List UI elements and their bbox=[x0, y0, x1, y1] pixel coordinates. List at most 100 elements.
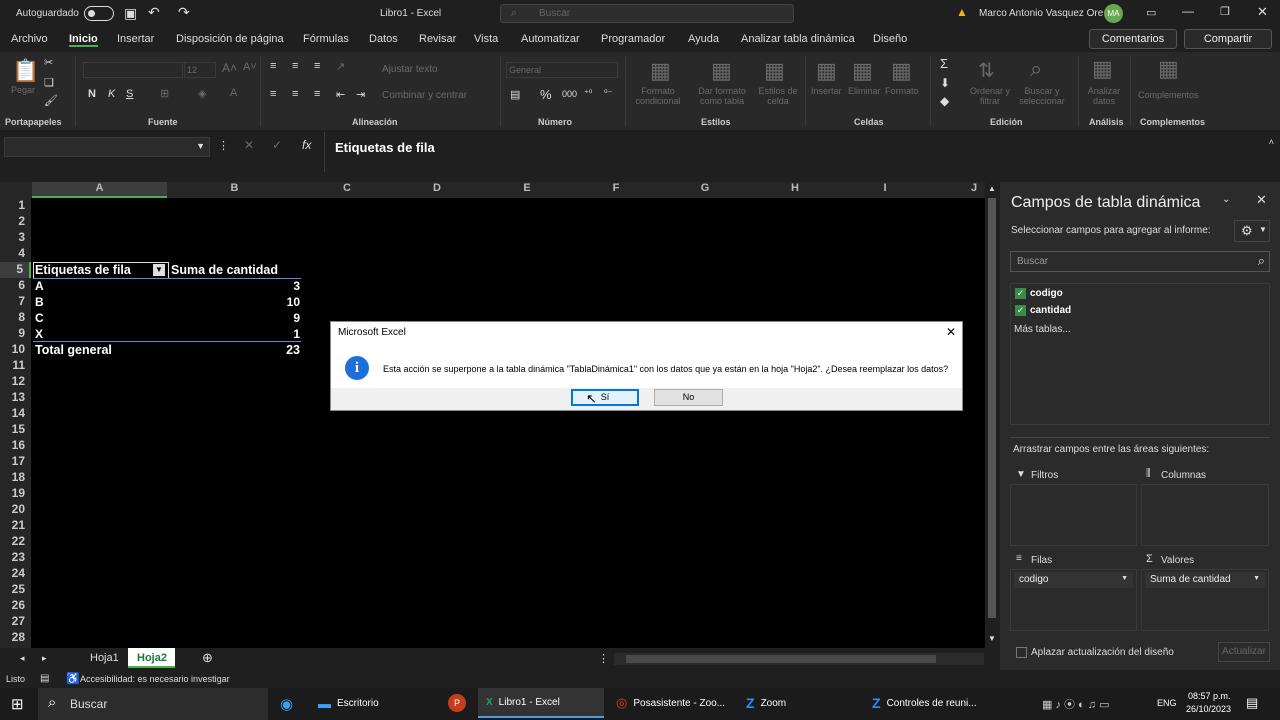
name-box[interactable]: ▼ bbox=[4, 137, 210, 157]
cut-icon[interactable]: ✂ bbox=[44, 56, 53, 69]
taskbar-search[interactable]: ⌕ Buscar bbox=[38, 688, 268, 720]
hscroll-thumb[interactable] bbox=[626, 655, 936, 663]
close-window-icon[interactable]: ✕ bbox=[1257, 4, 1268, 20]
sort-filter-icon[interactable]: ⇅ bbox=[978, 58, 995, 83]
function-icon[interactable]: fx bbox=[302, 138, 311, 152]
row-header[interactable]: 2 bbox=[0, 214, 31, 230]
row-header[interactable]: 19 bbox=[0, 486, 31, 502]
pivot-row-value[interactable]: 9 bbox=[240, 311, 300, 325]
tab-analizar[interactable]: Analizar tabla dinámica bbox=[741, 33, 855, 45]
table-format-icon[interactable]: ▦ bbox=[711, 58, 732, 84]
pivot-row-label[interactable]: A bbox=[35, 279, 44, 293]
font-color-icon[interactable]: A bbox=[230, 87, 237, 99]
accounting-icon[interactable]: ▤ bbox=[510, 88, 520, 101]
autosum-icon[interactable]: Σ bbox=[940, 56, 948, 71]
pivot-row-label[interactable]: B bbox=[35, 295, 44, 309]
indent-increase-icon[interactable]: ⇥ bbox=[356, 88, 365, 101]
fill-icon[interactable]: ⬇ bbox=[940, 76, 950, 90]
col-header-d[interactable]: D bbox=[392, 182, 482, 196]
font-name-box[interactable] bbox=[83, 62, 183, 78]
task-excel[interactable]: X Libro1 - Excel bbox=[478, 688, 604, 718]
align-top-icon[interactable]: ≡ bbox=[270, 60, 276, 72]
field-checkbox-codigo[interactable]: ✓ bbox=[1015, 288, 1026, 299]
clear-icon[interactable]: ◆ bbox=[940, 94, 949, 108]
save-icon[interactable]: ▣ bbox=[124, 5, 137, 22]
add-sheet-icon[interactable]: ⊕ bbox=[202, 650, 213, 666]
scroll-up-icon[interactable]: ▲ bbox=[988, 184, 996, 193]
undo-icon[interactable]: ↶ bbox=[148, 4, 160, 21]
values-area[interactable]: Suma de cantidad ▼ bbox=[1141, 569, 1269, 631]
find-select-icon[interactable]: ⌕ bbox=[1030, 56, 1042, 82]
update-button[interactable]: Actualizar bbox=[1218, 642, 1270, 662]
task-chrome[interactable]: ◎ Posasistente - Zoo... bbox=[616, 688, 725, 718]
task-escritorio[interactable]: ▬ Escritorio bbox=[318, 688, 379, 718]
next-sheet-icon[interactable]: ▸ bbox=[42, 653, 47, 664]
orientation-icon[interactable]: ↗ bbox=[336, 60, 345, 73]
font-size-box[interactable]: 12 bbox=[184, 62, 216, 78]
tab-ayuda[interactable]: Ayuda bbox=[688, 33, 719, 45]
align-left-icon[interactable]: ≡ bbox=[270, 88, 276, 100]
enter-icon[interactable]: ✓ bbox=[272, 138, 282, 152]
value-field-pill[interactable]: Suma de cantidad ▼ bbox=[1145, 572, 1265, 588]
collapse-icon[interactable]: ˄ bbox=[1269, 137, 1274, 147]
field-checkbox-cantidad[interactable]: ✓ bbox=[1015, 305, 1026, 316]
row-header[interactable]: 3 bbox=[0, 230, 31, 246]
row-header[interactable]: 10 bbox=[0, 342, 31, 358]
powerpoint-icon[interactable]: P bbox=[448, 694, 466, 712]
row-header[interactable]: 1 bbox=[0, 198, 31, 214]
row-header[interactable]: 17 bbox=[0, 454, 31, 470]
row-header[interactable]: 8 bbox=[0, 310, 31, 326]
share-button[interactable]: Compartir bbox=[1184, 29, 1272, 49]
yes-button[interactable]: Sí bbox=[571, 389, 639, 406]
borders-icon[interactable]: ⊞ bbox=[160, 87, 169, 100]
thousands-icon[interactable]: 000 bbox=[562, 89, 577, 99]
row-header[interactable]: 21 bbox=[0, 518, 31, 534]
row-header[interactable]: 14 bbox=[0, 406, 31, 422]
row-header[interactable]: 12 bbox=[0, 374, 31, 390]
row-header[interactable]: 7 bbox=[0, 294, 31, 310]
row-header[interactable]: 24 bbox=[0, 566, 31, 582]
row-header[interactable]: 18 bbox=[0, 470, 31, 486]
field-label-codigo[interactable]: codigo bbox=[1030, 288, 1063, 299]
task-zoom[interactable]: Z Zoom bbox=[746, 688, 786, 718]
grid-area[interactable] bbox=[0, 182, 985, 648]
clock-time[interactable]: 08:57 p.m. bbox=[1188, 691, 1231, 701]
close-panel-icon[interactable]: ✕ bbox=[1256, 192, 1267, 208]
row-header[interactable]: 20 bbox=[0, 502, 31, 518]
row-header[interactable]: 26 bbox=[0, 598, 31, 614]
analyze-data-icon[interactable]: ▦ bbox=[1092, 56, 1113, 82]
vertical-scrollbar[interactable]: ▲ ▼ bbox=[985, 182, 999, 648]
row-header[interactable]: 27 bbox=[0, 614, 31, 630]
col-header-h[interactable]: H bbox=[750, 182, 840, 196]
filter-dropdown-icon[interactable]: ▼ bbox=[153, 264, 165, 276]
percent-icon[interactable]: % bbox=[540, 87, 552, 102]
col-header-b[interactable]: B bbox=[167, 182, 302, 196]
decrease-decimal-icon[interactable]: ⁰⁻ bbox=[604, 88, 612, 99]
col-header-g[interactable]: G bbox=[660, 182, 750, 196]
scroll-thumb[interactable] bbox=[988, 198, 996, 618]
grow-font-icon[interactable]: A˄ bbox=[222, 61, 237, 75]
pivot-row-value[interactable]: 1 bbox=[240, 327, 300, 341]
defer-update-checkbox[interactable] bbox=[1016, 647, 1027, 658]
pivot-row-label[interactable]: C bbox=[35, 311, 44, 325]
pivot-header-rows[interactable]: Etiquetas de fila bbox=[35, 263, 131, 277]
cancel-icon[interactable]: ✕ bbox=[244, 138, 254, 152]
sheet-tab-hoja1[interactable]: Hoja1 bbox=[90, 652, 119, 664]
more-tables-link[interactable]: Más tablas... bbox=[1014, 324, 1071, 335]
pivot-row-label[interactable]: X bbox=[35, 327, 43, 341]
copy-icon[interactable]: ❏ bbox=[44, 76, 54, 89]
indent-decrease-icon[interactable]: ⇤ bbox=[336, 88, 345, 101]
align-bottom-icon[interactable]: ≡ bbox=[314, 60, 320, 72]
tab-archivo[interactable]: Archivo bbox=[11, 33, 48, 45]
row-header[interactable]: 23 bbox=[0, 550, 31, 566]
merge-center-button[interactable]: Combinar y centrar bbox=[382, 90, 467, 101]
rows-area[interactable]: codigo ▼ bbox=[1010, 569, 1137, 631]
shrink-font-icon[interactable]: A˅ bbox=[243, 61, 257, 73]
maximize-icon[interactable]: ❐ bbox=[1220, 5, 1230, 18]
avatar[interactable]: MA bbox=[1104, 4, 1123, 23]
tab-datos[interactable]: Datos bbox=[369, 33, 398, 45]
warning-icon[interactable]: ▲ bbox=[956, 5, 968, 19]
accessibility-icon[interactable]: ♿ bbox=[66, 672, 80, 685]
accessibility-status[interactable]: Accesibilidad: es necesario investigar bbox=[80, 674, 230, 684]
row-header[interactable]: 6 bbox=[0, 278, 31, 294]
